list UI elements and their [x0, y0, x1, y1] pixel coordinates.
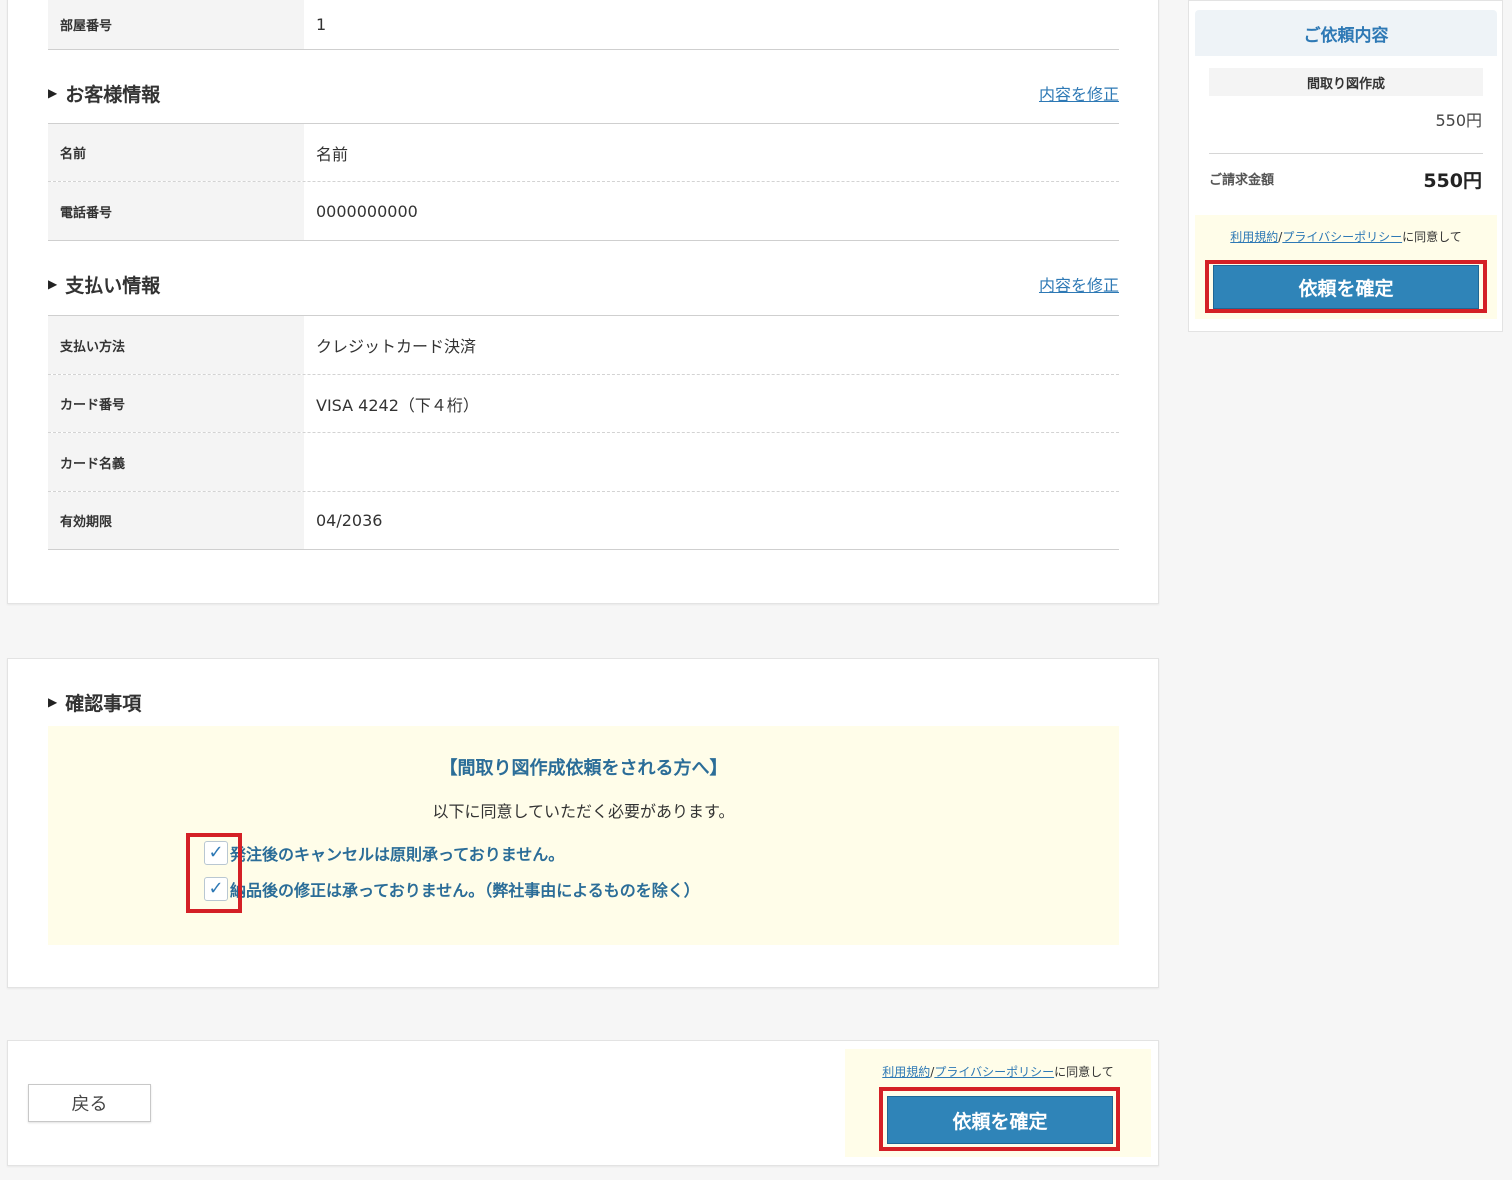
summary-total-label: ご請求金額 [1209, 173, 1275, 188]
customer-info-title-text: お客様情報 [65, 83, 161, 106]
room-number-label: 部屋番号 [48, 0, 304, 49]
confirmation-title-text: 確認事項 [65, 692, 142, 715]
sidebar-privacy-policy-link[interactable]: プライバシーポリシー [1282, 230, 1402, 244]
sidebar-submit-highlight-box [1205, 260, 1487, 313]
confirmation-header: ▶ 確認事項 [48, 687, 1119, 717]
customer-edit-link[interactable]: 内容を修正 [1039, 81, 1119, 105]
payment-info-header: ▶ 支払い情報 内容を修正 [48, 269, 1119, 299]
expiry-value: 04/2036 [316, 511, 383, 530]
agree-suffix: に同意して [1402, 230, 1462, 244]
name-label: 名前 [48, 124, 304, 181]
notice-heading: 【間取り図作成依頼をされる方へ】 [439, 758, 728, 779]
confirmation-title: ▶ 確認事項 [48, 689, 141, 716]
terms-link[interactable]: 利用規約 [882, 1065, 930, 1079]
room-number-value: 1 [316, 14, 327, 34]
agreement-revision-label[interactable]: 納品後の修正は承っておりません。（弊社事由によるものを除く） [230, 877, 700, 901]
phone-value: 0000000000 [316, 201, 418, 221]
notice-subtext: 以下に同意していただく必要があります。 [432, 802, 735, 821]
card-number-row: カード番号 VISA 4242（下４桁） [48, 374, 1119, 432]
card-holder-label: カード名義 [48, 433, 304, 491]
customer-info-title: ▶ お客様情報 [48, 80, 160, 107]
expiry-label: 有効期限 [48, 492, 304, 549]
order-summary-sidebar: ご依頼内容 間取り図作成 550円 ご請求金額 550円 利用規約/プライバシー… [1188, 0, 1503, 332]
room-number-row: 部屋番号 1 [48, 0, 1119, 50]
summary-item-price: 550円 [1435, 111, 1482, 130]
phone-row: 電話番号 0000000000 [48, 181, 1119, 241]
triangle-right-icon: ▶ [48, 277, 58, 291]
back-button[interactable]: 戻る [28, 1084, 151, 1122]
name-row: 名前 名前 [48, 123, 1119, 181]
expiry-row: 有効期限 04/2036 [48, 491, 1119, 550]
agreement-cancel-label[interactable]: 発注後のキャンセルは原則承っておりません。 [230, 841, 564, 865]
card-number-label: カード番号 [48, 375, 304, 432]
agreement-revision-row[interactable]: ✓ 納品後の修正は承っておりません。（弊社事由によるものを除く） [204, 877, 700, 901]
sidebar-terms-link[interactable]: 利用規約 [1230, 230, 1278, 244]
triangle-right-icon: ▶ [48, 86, 58, 100]
submit-highlight-box [879, 1087, 1120, 1151]
phone-label: 電話番号 [48, 182, 304, 240]
payment-info-title: ▶ 支払い情報 [48, 271, 160, 298]
order-details-card: 部屋番号 1 ▶ お客様情報 内容を修正 名前 名前 電話番号 00000000… [7, 0, 1159, 604]
name-value: 名前 [316, 144, 349, 164]
payment-method-row: 支払い方法 クレジットカード決済 [48, 315, 1119, 374]
payment-method-label: 支払い方法 [48, 316, 304, 374]
summary-total-value: 550円 [1423, 170, 1482, 192]
privacy-policy-link[interactable]: プライバシーポリシー [934, 1065, 1054, 1079]
confirmation-card: ▶ 確認事項 【間取り図作成依頼をされる方へ】 以下に同意していただく必要があり… [7, 658, 1159, 988]
summary-title: ご依頼内容 [1195, 10, 1497, 56]
action-bar-card: 戻る 利用規約/プライバシーポリシーに同意して 依頼を確定 [7, 1040, 1159, 1166]
card-holder-value [304, 433, 1119, 491]
checkbox-highlight-box [186, 833, 242, 913]
payment-edit-link[interactable]: 内容を修正 [1039, 272, 1119, 296]
sidebar-agreement-text: 利用規約/プライバシーポリシーに同意して [1195, 228, 1497, 245]
payment-info-title-text: 支払い情報 [65, 274, 161, 297]
agree-suffix: に同意して [1054, 1065, 1114, 1079]
agreement-text: 利用規約/プライバシーポリシーに同意して [845, 1063, 1151, 1080]
customer-info-header: ▶ お客様情報 内容を修正 [48, 78, 1119, 108]
summary-divider [1209, 153, 1483, 154]
summary-item-name: 間取り図作成 [1209, 68, 1483, 96]
triangle-right-icon: ▶ [48, 695, 58, 709]
card-number-value: VISA 4242（下４桁） [316, 395, 479, 415]
payment-method-value: クレジットカード決済 [316, 337, 477, 356]
card-holder-row: カード名義 [48, 432, 1119, 491]
agreement-cancel-row[interactable]: ✓ 発注後のキャンセルは原則承っておりません。 [204, 841, 564, 865]
